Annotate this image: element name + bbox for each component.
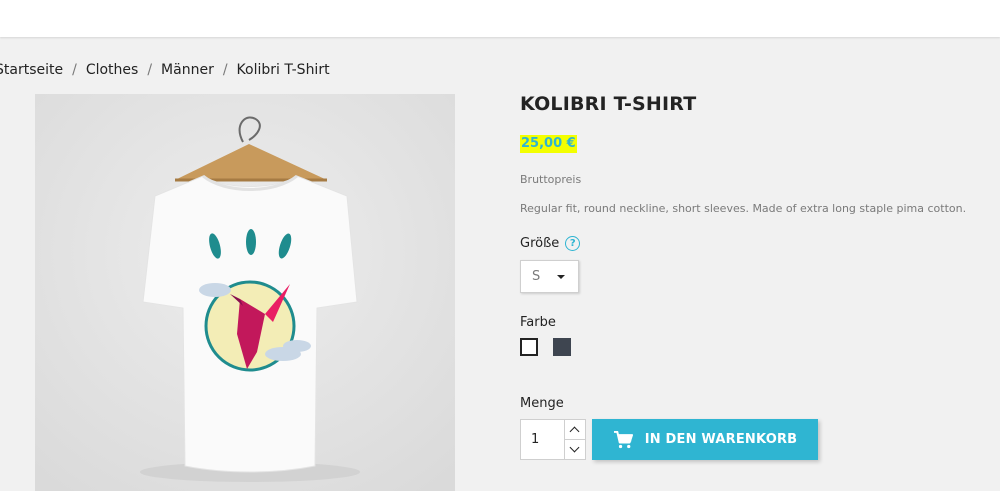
quantity-buttons (564, 420, 585, 459)
product-title: KOLIBRI T-SHIRT (520, 93, 697, 115)
size-selected-value: S (532, 269, 541, 284)
tax-label: Bruttopreis (520, 173, 582, 186)
quantity-decrease-button[interactable] (565, 440, 585, 459)
breadcrumb-separator: / (72, 62, 77, 78)
quantity-input[interactable] (521, 420, 565, 459)
breadcrumb-men[interactable]: Männer (161, 62, 214, 78)
color-swatch-white[interactable] (520, 338, 538, 356)
size-select[interactable]: S (520, 260, 579, 293)
breadcrumb: Startseite / Clothes / Männer / Kolibri T-Shir… (0, 59, 330, 81)
quantity-stepper (520, 419, 586, 460)
shopping-cart-icon (613, 430, 633, 448)
add-to-cart-label: IN DEN WARENKORB (644, 432, 798, 447)
chevron-down-icon (569, 442, 580, 453)
product-description: Regular fit, round neckline, short sleev… (520, 202, 967, 215)
tshirt-image (35, 94, 455, 491)
color-label: Farbe (520, 315, 556, 330)
breadcrumb-clothes[interactable]: Clothes (86, 62, 139, 78)
quantity-increase-button[interactable] (565, 420, 585, 440)
chevron-up-icon (569, 426, 580, 437)
size-label: Größe (520, 236, 560, 251)
breadcrumb-separator: / (147, 62, 153, 78)
site-header (0, 0, 1000, 37)
question-circle-icon[interactable]: ? (565, 236, 581, 251)
size-label-row: Größe ? (520, 236, 581, 251)
add-to-cart-button[interactable]: IN DEN WARENKORB (592, 419, 818, 460)
caret-down-icon (557, 275, 565, 279)
product-image[interactable] (35, 94, 455, 491)
breadcrumb-home[interactable]: Startseite (0, 62, 63, 78)
breadcrumb-separator: / (222, 62, 228, 78)
color-swatch-dark[interactable] (553, 338, 571, 356)
product-price: 25,00 € (520, 135, 577, 153)
quantity-label: Menge (520, 396, 564, 411)
breadcrumb-current: Kolibri T-Shirt (236, 62, 330, 78)
